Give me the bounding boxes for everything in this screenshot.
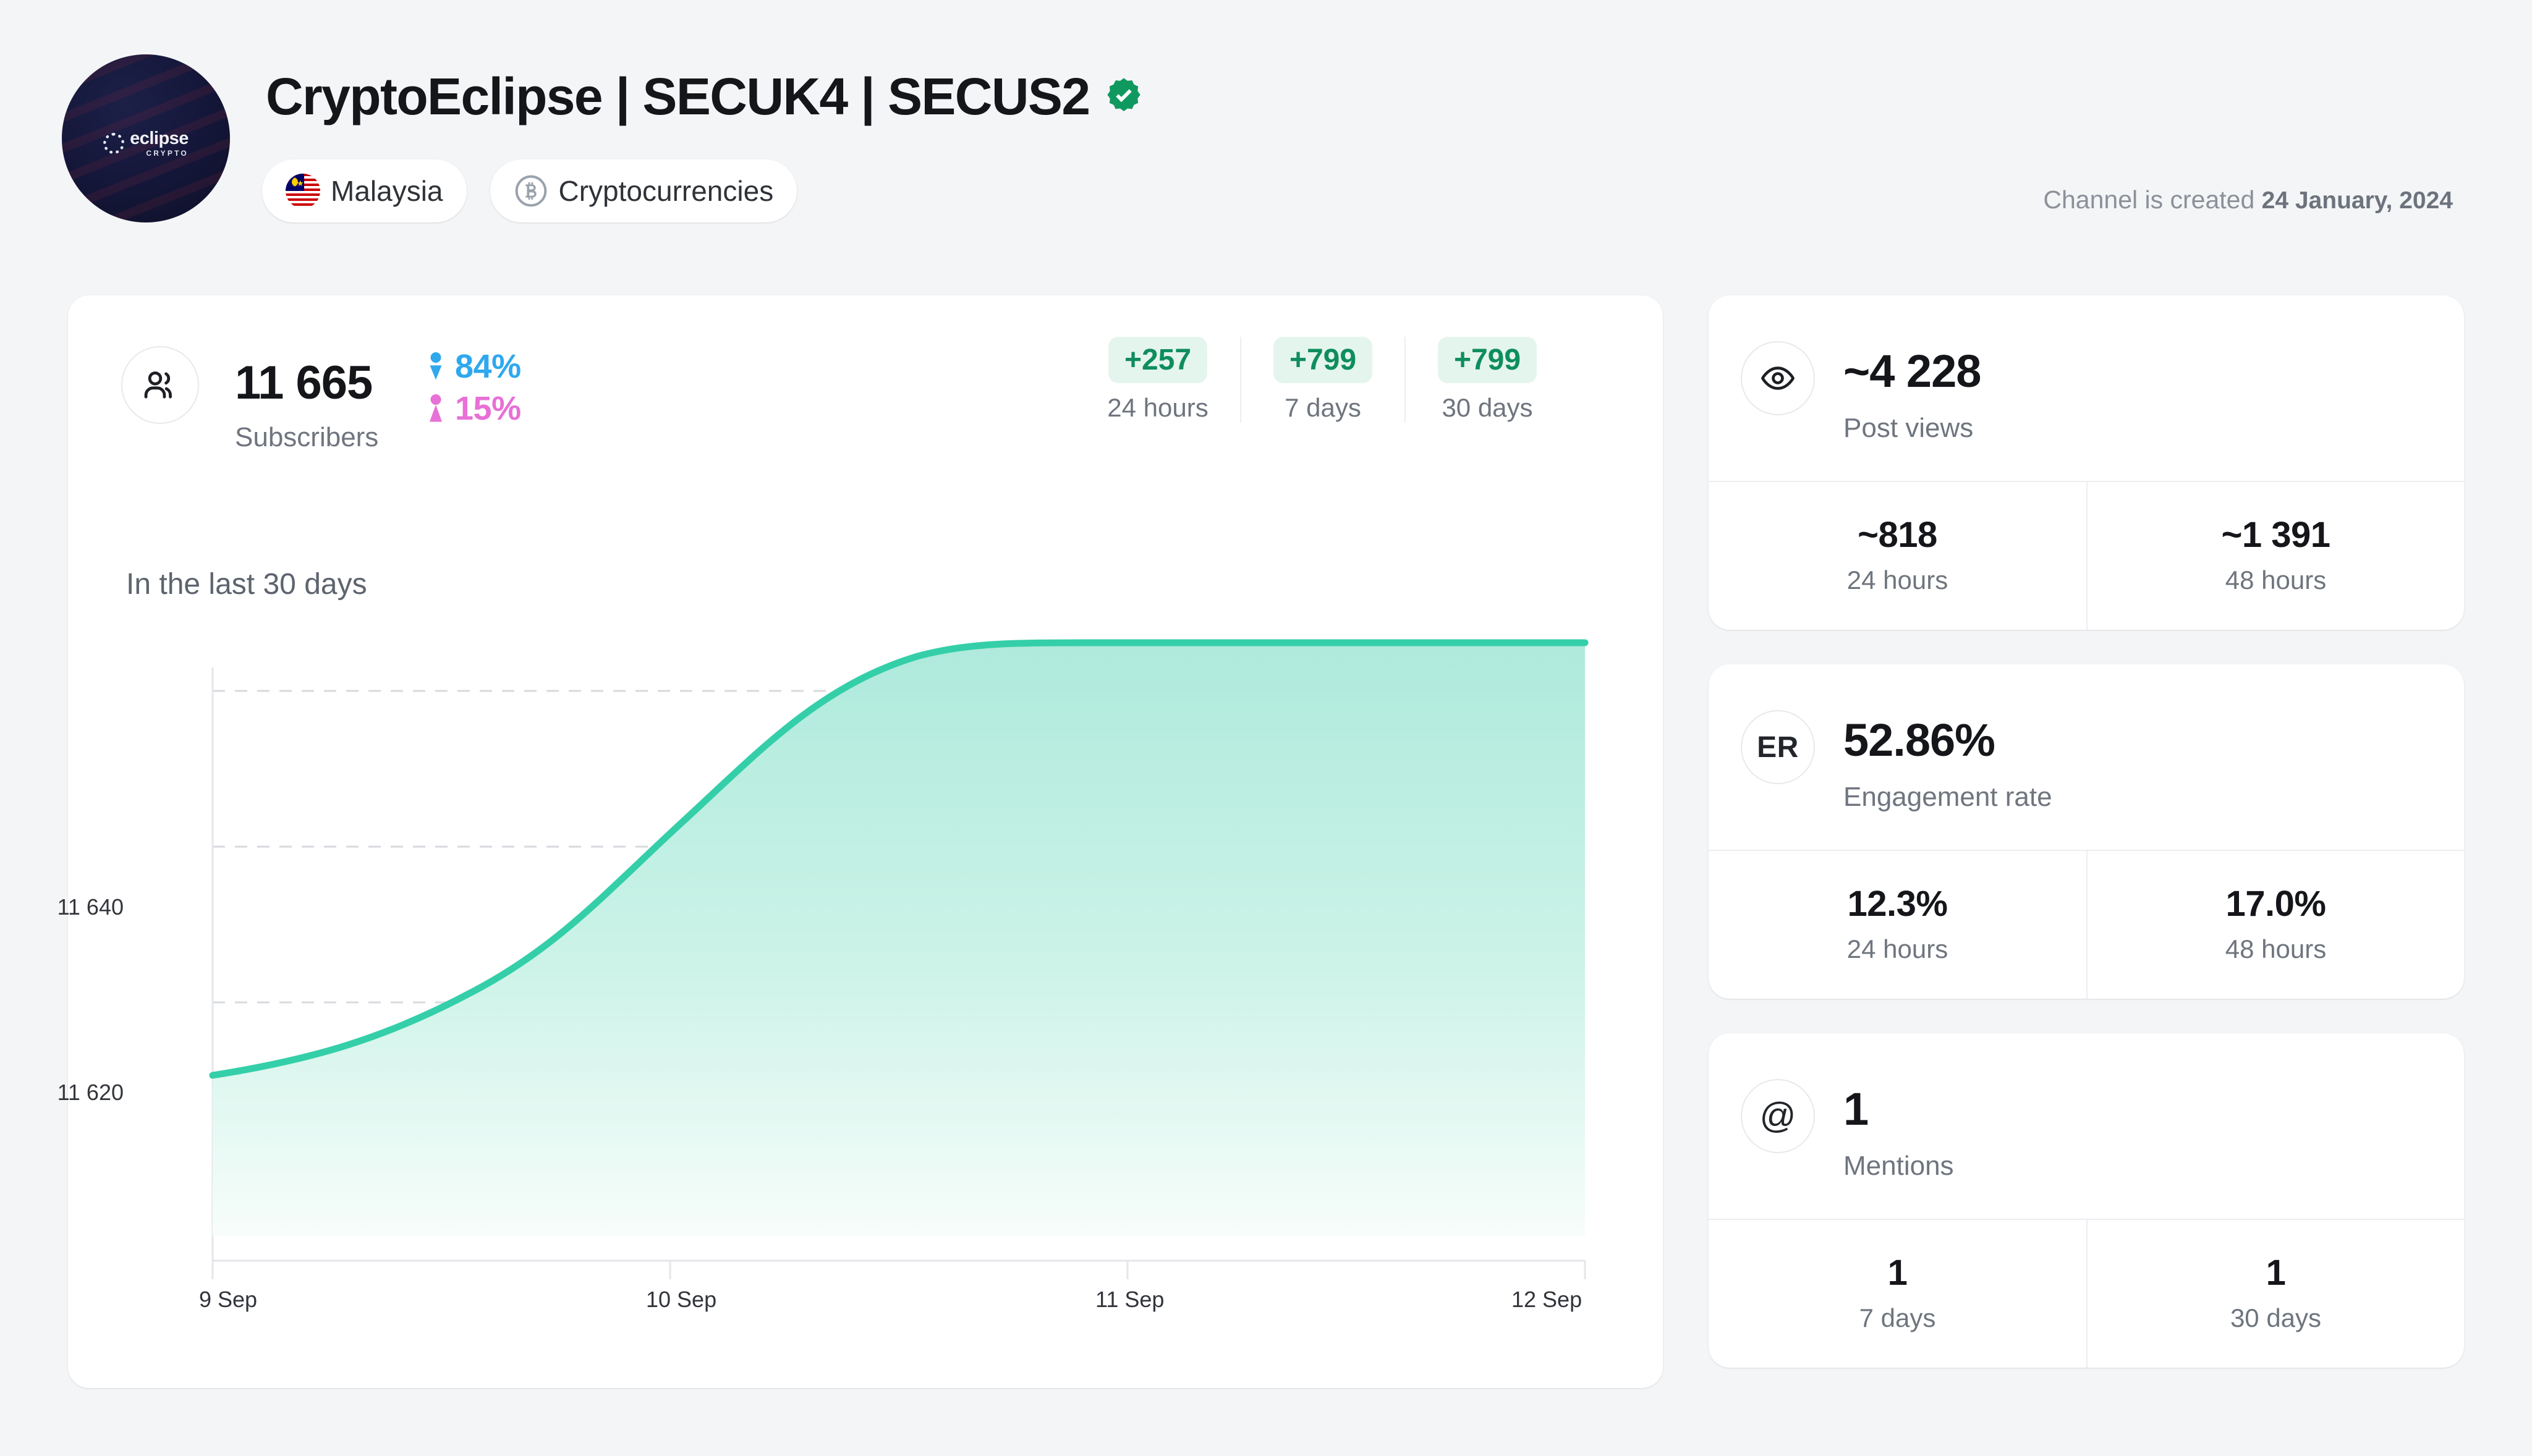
avatar-logo: eclipse CRYPTO <box>103 130 189 157</box>
post-views-24h: ~818 24 hours <box>1709 482 2086 630</box>
subscribers-chart[interactable] <box>126 639 1597 1316</box>
growth-badge-30d: +799 <box>1437 337 1537 383</box>
growth-label-30d: 30 days <box>1442 393 1533 422</box>
growth-label-24h: 24 hours <box>1107 393 1209 422</box>
chip-category-label: Cryptocurrencies <box>558 175 774 207</box>
chart-xtick-3: 12 Sep <box>1511 1287 1582 1312</box>
gender-female-pct: 15% <box>455 390 521 427</box>
mentions-label: Mentions <box>1843 1151 1954 1181</box>
engagement-rate-24h-value: 12.3% <box>1847 884 1948 924</box>
engagement-rate-breakdown: 12.3% 24 hours 17.0% 48 hours <box>1709 850 2464 999</box>
post-views-value: ~4 228 <box>1843 345 1981 397</box>
engagement-rate-48h: 17.0% 48 hours <box>2086 851 2464 999</box>
chip-country-label: Malaysia <box>331 175 443 207</box>
growth-label-7d: 7 days <box>1285 393 1361 422</box>
page-title: CryptoEclipse | SECUK4 | SECUS2 <box>266 67 1090 125</box>
mentions-7d: 1 7 days <box>1709 1220 2086 1368</box>
engagement-rate-48h-label: 48 hours <box>2225 934 2327 963</box>
engagement-rate-label: Engagement rate <box>1843 782 2052 812</box>
mentions-card: @ 1 Mentions 1 7 days 1 30 days <box>1709 1033 2464 1368</box>
male-icon <box>430 352 442 380</box>
channel-created-prefix: Channel is created <box>2043 185 2255 214</box>
malaysia-flag-icon: ★ <box>286 174 320 208</box>
eclipse-ring-icon <box>103 133 125 154</box>
avatar-wordmark: eclipse CRYPTO <box>130 129 189 158</box>
mentions-30d-value: 1 <box>2266 1253 2286 1293</box>
post-views-48h-label: 48 hours <box>2225 565 2327 595</box>
channel-created: Channel is created 24 January, 2024 <box>2043 185 2453 214</box>
mentions-30d: 1 30 days <box>2086 1220 2464 1368</box>
metrics-sidebar: ~4 228 Post views ~818 24 hours ~1 391 4… <box>1709 295 2464 1402</box>
chart-xtick-0: 9 Sep <box>199 1287 258 1312</box>
bitcoin-icon <box>515 175 546 207</box>
growth-badge-24h: +257 <box>1108 337 1208 383</box>
mentions-breakdown: 1 7 days 1 30 days <box>1709 1219 2464 1368</box>
post-views-24h-value: ~818 <box>1858 515 1937 555</box>
channel-avatar[interactable]: eclipse CRYPTO <box>62 54 230 222</box>
engagement-rate-24h: 12.3% 24 hours <box>1709 851 2086 999</box>
channel-header: eclipse CRYPTO CryptoEclipse | SECUK4 | … <box>0 0 2532 290</box>
channel-created-date: 24 January, 2024 <box>2261 187 2453 214</box>
engagement-rate-card: ER 52.86% Engagement rate 12.3% 24 hours… <box>1709 664 2464 999</box>
post-views-card: ~4 228 Post views ~818 24 hours ~1 391 4… <box>1709 295 2464 630</box>
verified-badge-icon <box>1107 77 1141 111</box>
subscribers-label: Subscribers <box>235 422 379 452</box>
growth-periods: +257 24 hours +799 7 days +799 30 days <box>1076 337 1569 423</box>
gender-male-pct: 84% <box>455 348 521 385</box>
chip-country[interactable]: ★ Malaysia <box>262 159 467 222</box>
growth-period-30d: +799 30 days <box>1404 337 1569 423</box>
gender-male-row: 84% <box>427 350 521 383</box>
mentions-7d-value: 1 <box>1887 1253 1908 1293</box>
mentions-30d-label: 30 days <box>2230 1303 2322 1332</box>
mentions-value: 1 <box>1843 1083 1869 1135</box>
analytics-page: eclipse CRYPTO CryptoEclipse | SECUK4 | … <box>0 0 2532 1456</box>
post-views-header: ~4 228 Post views <box>1709 295 2464 481</box>
engagement-rate-header: ER 52.86% Engagement rate <box>1709 664 2464 850</box>
avatar-wordmark-secondary: CRYPTO <box>146 149 189 158</box>
post-views-24h-label: 24 hours <box>1846 565 1948 595</box>
female-icon <box>430 394 442 422</box>
er-icon: ER <box>1741 710 1815 784</box>
avatar-wordmark-primary: eclipse <box>130 129 189 149</box>
subscribers-count: 11 665 <box>235 357 373 409</box>
chart-svg <box>209 639 1589 1279</box>
growth-period-7d: +799 7 days <box>1240 337 1404 423</box>
at-icon-text: @ <box>1759 1096 1796 1136</box>
growth-badge-7d: +799 <box>1273 337 1373 383</box>
mentions-header: @ 1 Mentions <box>1709 1033 2464 1219</box>
users-icon <box>121 346 199 424</box>
post-views-48h-value: ~1 391 <box>2221 515 2330 555</box>
channel-tags: ★ Malaysia Cryptocurrencies <box>262 159 797 222</box>
chart-area-fill <box>213 643 1585 1236</box>
chart-title: In the last 30 days <box>126 568 367 601</box>
title-row: CryptoEclipse | SECUK4 | SECUS2 <box>266 67 1145 127</box>
chart-xtick-1: 10 Sep <box>646 1287 717 1312</box>
post-views-48h: ~1 391 48 hours <box>2086 482 2464 630</box>
engagement-rate-24h-label: 24 hours <box>1846 934 1948 963</box>
chip-category[interactable]: Cryptocurrencies <box>490 159 797 222</box>
engagement-rate-48h-value: 17.0% <box>2225 884 2326 924</box>
at-icon: @ <box>1741 1079 1815 1153</box>
post-views-label: Post views <box>1843 413 1974 443</box>
eye-icon <box>1741 341 1815 415</box>
chart-ytick-11640: 11 640 <box>57 894 124 920</box>
growth-period-24h: +257 24 hours <box>1076 337 1240 423</box>
engagement-rate-value: 52.86% <box>1843 714 1995 766</box>
chart-ytick-11620: 11 620 <box>57 1080 124 1105</box>
mentions-7d-label: 7 days <box>1859 1303 1936 1332</box>
er-icon-text: ER <box>1757 730 1799 764</box>
chart-xtick-2: 11 Sep <box>1095 1287 1165 1312</box>
post-views-breakdown: ~818 24 hours ~1 391 48 hours <box>1709 481 2464 630</box>
gender-female-row: 15% <box>427 392 521 425</box>
gender-split: 84% 15% <box>427 350 521 425</box>
